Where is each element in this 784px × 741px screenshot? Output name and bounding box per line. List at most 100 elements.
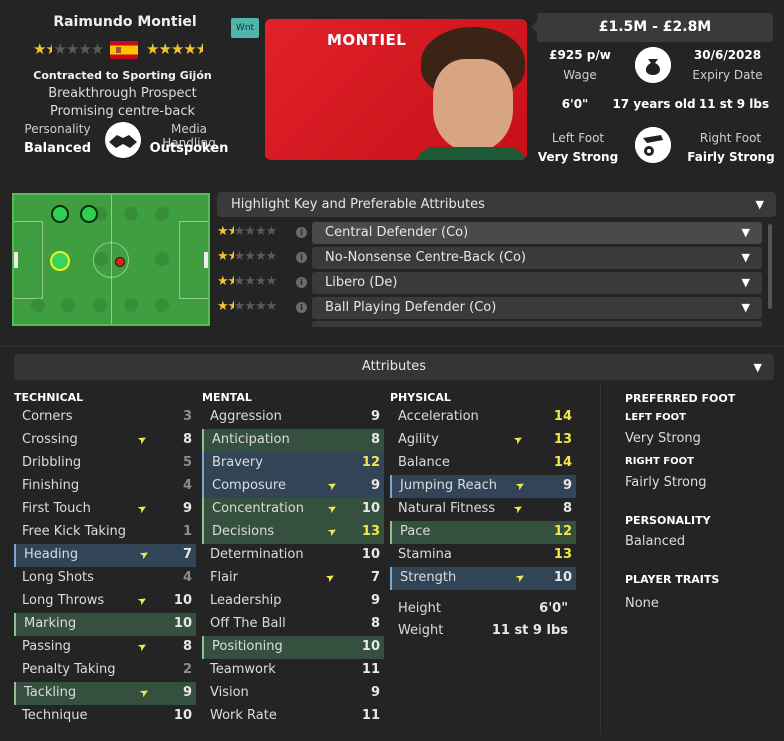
right-foot-strength: Fairly Strong — [625, 475, 707, 490]
potential-ability-stars: ★★★★★ — [146, 40, 203, 58]
improving-arrow-icon: ➤ — [511, 500, 526, 517]
role-dropdown[interactable]: Ball Playing Defender (Co) ▼ — [312, 297, 762, 319]
attribute-row[interactable]: Work Rate 11 — [202, 705, 384, 728]
boots-icon — [635, 127, 671, 163]
money-bag-icon — [635, 47, 671, 83]
attribute-row[interactable]: Long Shots 4 — [14, 567, 196, 590]
attribute-name: Concentration — [212, 501, 304, 516]
attribute-row[interactable]: Acceleration 14 — [390, 406, 576, 429]
attribute-row[interactable]: Finishing 4 — [14, 475, 196, 498]
attribute-row[interactable]: Vision 9 — [202, 682, 384, 705]
attribute-row[interactable]: Composure ➤ 9 — [202, 475, 384, 498]
info-icon[interactable]: i — [296, 277, 307, 288]
attribute-row[interactable]: Off The Ball 8 — [202, 613, 384, 636]
attribute-name: Anticipation — [212, 432, 290, 447]
position-marker[interactable] — [80, 205, 98, 223]
attribute-row[interactable]: Flair ➤ 7 — [202, 567, 384, 590]
transfer-value[interactable]: £1.5M - £2.8M — [531, 13, 773, 42]
attribute-row[interactable]: Leadership 9 — [202, 590, 384, 613]
attribute-name: Determination — [210, 547, 304, 562]
chevron-down-icon: ▼ — [741, 276, 750, 289]
current-ability-stars: ★★★★★★ — [33, 40, 104, 58]
attribute-name: First Touch — [22, 501, 91, 516]
attribute-row[interactable]: Corners 3 — [14, 406, 196, 429]
attribute-row[interactable]: Jumping Reach ➤ 9 — [390, 475, 576, 498]
attribute-row[interactable]: Long Throws ➤ 10 — [14, 590, 196, 613]
attribute-row[interactable]: Marking 10 — [14, 613, 196, 636]
attribute-row[interactable]: Heading ➤ 7 — [14, 544, 196, 567]
improving-arrow-icon: ➤ — [325, 477, 340, 494]
improving-arrow-icon: ➤ — [511, 431, 526, 448]
attribute-value: 8 — [370, 616, 380, 631]
position-marker-current[interactable] — [115, 257, 125, 267]
attribute-row[interactable]: Concentration ➤ 10 — [202, 498, 384, 521]
player-portrait-card: MONTIEL — [265, 19, 527, 160]
personality-title: PERSONALITY — [625, 514, 711, 527]
position-marker-best[interactable] — [50, 251, 70, 271]
role-row[interactable]: ★★★★★★ i Ball Playing Defender (Co) ▼ — [217, 297, 764, 319]
weight-value: 11 st 9 lbs — [698, 97, 770, 111]
attribute-row[interactable]: Technique 10 — [14, 705, 196, 728]
weight-label: Weight — [398, 623, 444, 638]
attribute-row[interactable]: Dribbling 5 — [14, 452, 196, 475]
attribute-row[interactable]: Free Kick Taking 1 — [14, 521, 196, 544]
attribute-row[interactable]: Strength ➤ 10 — [390, 567, 576, 590]
role-dropdown[interactable]: Central Defender (Co) ▼ — [312, 222, 762, 244]
contract-status[interactable]: Contracted to Sporting Gijón — [20, 69, 225, 82]
attribute-row[interactable]: Pace 12 — [390, 521, 576, 544]
info-icon[interactable]: i — [296, 302, 307, 313]
attribute-row[interactable]: Positioning 10 — [202, 636, 384, 659]
attribute-row[interactable]: Balance 14 — [390, 452, 576, 475]
attribute-name: Long Shots — [22, 570, 94, 585]
attribute-row[interactable]: Crossing ➤ 8 — [14, 429, 196, 452]
role-row[interactable]: ★★★★★★ i Libero (De) ▼ — [217, 272, 764, 294]
nationality-flag-icon[interactable] — [110, 41, 138, 59]
position-marker[interactable] — [51, 205, 69, 223]
role-dropdown[interactable]: Libero (De) ▼ — [312, 272, 762, 294]
attributes-dropdown[interactable]: Attributes ▼ — [14, 354, 774, 380]
attribute-value: 8 — [370, 432, 380, 447]
attribute-row[interactable]: Bravery 12 — [202, 452, 384, 475]
positions-pitch[interactable] — [12, 193, 210, 326]
player-name: Raimundo Montiel — [53, 14, 197, 30]
roles-scrollbar[interactable] — [768, 224, 772, 309]
personality-side-value: Balanced — [625, 534, 686, 549]
attribute-name: Natural Fitness — [398, 501, 496, 516]
contract-expiry-value: 30/6/2028 — [693, 48, 762, 62]
attribute-row[interactable]: Passing ➤ 8 — [14, 636, 196, 659]
attribute-row[interactable]: Decisions ➤ 13 — [202, 521, 384, 544]
weight-value-physical: 11 st 9 lbs — [491, 623, 568, 638]
left-foot-title: LEFT FOOT — [625, 412, 686, 423]
highlight-key-dropdown[interactable]: Highlight Key and Preferable Attributes … — [217, 192, 776, 217]
attribute-name: Aggression — [210, 409, 282, 424]
attribute-value: 10 — [173, 616, 192, 631]
chevron-down-icon: ▼ — [741, 226, 750, 239]
attribute-name: Long Throws — [22, 593, 105, 608]
attribute-name: Decisions — [212, 524, 275, 539]
attribute-row[interactable]: Determination 10 — [202, 544, 384, 567]
attribute-value: 8 — [182, 639, 192, 654]
info-icon[interactable]: i — [296, 252, 307, 263]
attribute-row[interactable]: Anticipation 8 — [202, 429, 384, 452]
attribute-row[interactable]: Aggression 9 — [202, 406, 384, 429]
attribute-row[interactable]: First Touch ➤ 9 — [14, 498, 196, 521]
info-icon[interactable]: i — [296, 227, 307, 238]
age-value: 17 years old — [612, 97, 696, 111]
attribute-row[interactable]: Penalty Taking 2 — [14, 659, 196, 682]
personality-value: Balanced — [24, 141, 91, 156]
role-dropdown[interactable]: No-Nonsense Centre-Back (Co) ▼ — [312, 247, 762, 269]
attribute-name: Composure — [212, 478, 286, 493]
role-row[interactable]: ★★★★★★ i No-Nonsense Centre-Back (Co) ▼ — [217, 247, 764, 269]
attribute-row[interactable]: Agility ➤ 13 — [390, 429, 576, 452]
attribute-value: 9 — [562, 478, 572, 493]
attribute-row[interactable]: Stamina 13 — [390, 544, 576, 567]
attribute-row[interactable]: Tackling ➤ 9 — [14, 682, 196, 705]
improving-arrow-icon: ➤ — [513, 569, 528, 586]
role-row[interactable]: ★★★★★★ i Central Defender (Co) ▼ — [217, 222, 764, 244]
attribute-name: Marking — [24, 616, 77, 631]
attribute-row[interactable]: Teamwork 11 — [202, 659, 384, 682]
media-handling-value: Outspoken — [149, 141, 229, 156]
attribute-row[interactable]: Natural Fitness ➤ 8 — [390, 498, 576, 521]
wanted-badge[interactable]: Wnt — [231, 18, 259, 38]
height-value: 6'0" — [561, 97, 589, 111]
